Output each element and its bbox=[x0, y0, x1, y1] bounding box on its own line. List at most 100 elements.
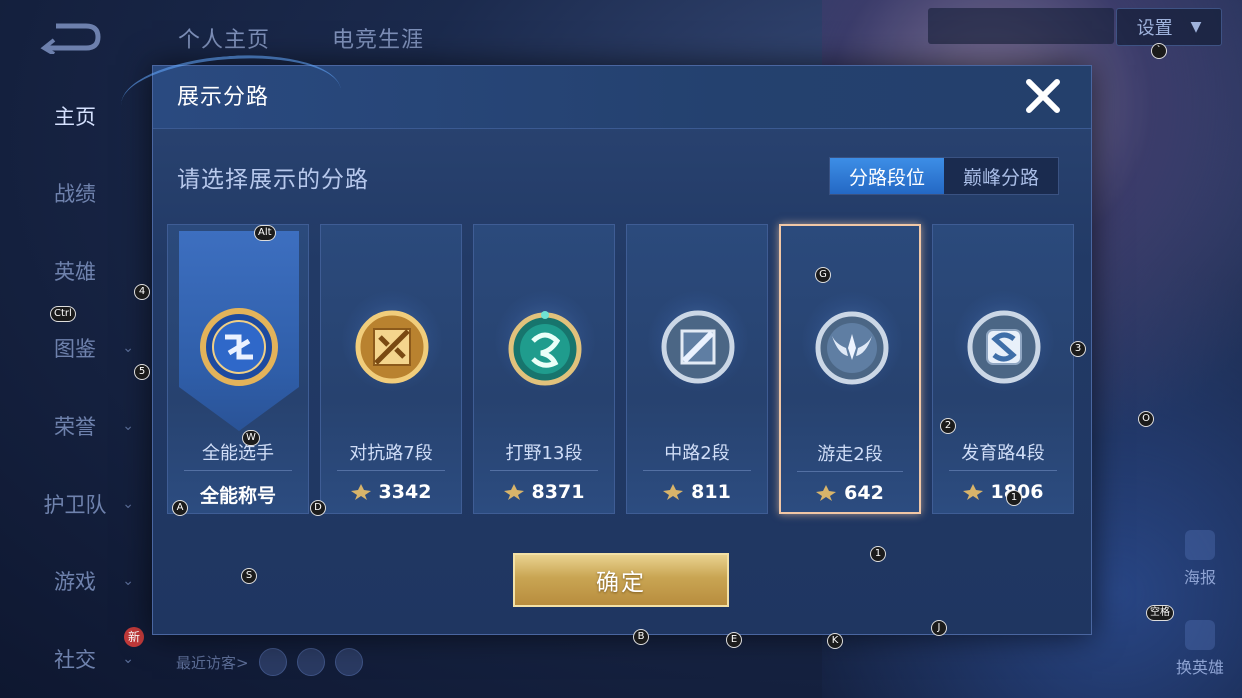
lane-card-clash[interactable]: 对抗路7段 3342 bbox=[320, 224, 462, 514]
divider bbox=[797, 471, 903, 472]
recent-visitors-label: 最近访客> bbox=[176, 653, 249, 672]
hotkey-badge: W bbox=[242, 430, 260, 446]
hotkey-badge: S bbox=[241, 568, 257, 584]
sidebar-item-games[interactable]: 游戏 ⌄ bbox=[0, 561, 150, 601]
new-badge: 新 bbox=[124, 627, 144, 647]
score-value: 全能称号 bbox=[199, 485, 276, 507]
hotkey-badge: 5 bbox=[134, 364, 150, 380]
hotkey-badge: Ctrl bbox=[50, 306, 76, 322]
mid-lane-emblem-icon bbox=[661, 310, 735, 384]
farm-lane-emblem-icon bbox=[967, 310, 1041, 384]
chevron-down-icon: ⌄ bbox=[122, 651, 134, 667]
hotkey-badge: ` bbox=[1151, 43, 1167, 59]
sidebar-item-label: 社交 bbox=[54, 648, 96, 672]
settings-button[interactable]: 设置 ▼ bbox=[1116, 8, 1222, 46]
lane-score: 全能称号 bbox=[168, 481, 308, 508]
rank-star-icon bbox=[350, 484, 371, 500]
score-value: 3342 bbox=[378, 481, 432, 503]
change-hero-button[interactable]: 换英雄 bbox=[1168, 620, 1232, 678]
score-value: 8371 bbox=[531, 481, 585, 503]
divider bbox=[490, 470, 598, 471]
hotkey-badge: Alt bbox=[254, 225, 276, 241]
sidebar-item-label: 英雄 bbox=[54, 260, 96, 284]
change-hero-label: 换英雄 bbox=[1175, 658, 1224, 677]
roam-emblem-icon bbox=[815, 311, 889, 385]
sidebar-item-label: 战绩 bbox=[54, 182, 96, 206]
hotkey-badge: B bbox=[633, 629, 649, 645]
dialog-subtitle: 请选择展示的分路 bbox=[177, 167, 369, 193]
confirm-button[interactable]: 确定 bbox=[513, 553, 729, 607]
hotkey-badge: J bbox=[931, 620, 947, 636]
rank-star-icon bbox=[816, 485, 837, 501]
divider bbox=[949, 470, 1057, 471]
lane-card-jungle[interactable]: 打野13段 8371 bbox=[473, 224, 615, 514]
chevron-down-icon: ⌄ bbox=[122, 496, 134, 512]
tab-peak-lane[interactable]: 巅峰分路 bbox=[944, 158, 1058, 194]
settings-label: 设置 bbox=[1136, 18, 1173, 39]
chevron-down-icon: ⌄ bbox=[122, 340, 134, 356]
lane-score: 3342 bbox=[321, 481, 461, 503]
sidebar-item-label: 主页 bbox=[54, 105, 96, 129]
avatar[interactable] bbox=[258, 648, 287, 676]
score-value: 811 bbox=[691, 481, 731, 503]
back-button[interactable] bbox=[40, 20, 102, 56]
poster-button[interactable]: 海报 bbox=[1172, 530, 1228, 588]
dialog-header: 展示分路 bbox=[118, 48, 1091, 147]
back-arrow-icon bbox=[40, 23, 101, 56]
lane-card-roam[interactable]: 游走2段 642 bbox=[779, 224, 921, 514]
dialog-title: 展示分路 bbox=[177, 85, 270, 110]
lane-name: 发育路4段 bbox=[961, 443, 1045, 464]
change-hero-icon bbox=[1185, 620, 1215, 650]
sidebar-item-honors[interactable]: 荣誉 ⌄ bbox=[0, 406, 150, 446]
hotkey-badge: E bbox=[726, 632, 742, 648]
sidebar-item-gallery[interactable]: 图鉴 ⌄ bbox=[0, 328, 150, 368]
sidebar-item-label: 荣誉 bbox=[54, 415, 96, 439]
hotkey-badge: O bbox=[1138, 411, 1154, 427]
poster-label: 海报 bbox=[1183, 568, 1216, 587]
score-value: 642 bbox=[844, 482, 884, 504]
hotkey-badge: 1 bbox=[870, 546, 886, 562]
tab-esports-career[interactable]: 电竞生涯 bbox=[332, 22, 424, 54]
lane-card-allround[interactable]: 全能选手 全能称号 bbox=[167, 224, 309, 514]
clash-lane-emblem-icon bbox=[355, 310, 429, 384]
lane-type-switch: 分路段位 巅峰分路 bbox=[829, 157, 1059, 195]
hotkey-badge: 4 bbox=[134, 284, 150, 300]
sidebar-item-label: 游戏 bbox=[54, 570, 96, 594]
tab-lane-rank[interactable]: 分路段位 bbox=[830, 158, 944, 194]
tab-personal-home[interactable]: 个人主页 bbox=[178, 22, 270, 54]
lane-score: 811 bbox=[627, 481, 767, 503]
vip-info-bar[interactable] bbox=[928, 8, 1114, 44]
poster-icon bbox=[1185, 530, 1215, 560]
lane-score: 642 bbox=[781, 482, 919, 504]
rank-star-icon bbox=[663, 484, 684, 500]
hotkey-badge: 空格 bbox=[1146, 605, 1174, 621]
lane-display-dialog: 展示分路 请选择展示的分路 分路段位 巅峰分路 全能选手 全能称号 对抗路7段 … bbox=[118, 48, 1092, 635]
sidebar-item-label: 护卫队 bbox=[43, 493, 107, 517]
allround-emblem-icon bbox=[200, 308, 278, 386]
lane-card-mid[interactable]: 中路2段 811 bbox=[626, 224, 768, 514]
lane-score: 8371 bbox=[474, 481, 614, 503]
recent-visitors[interactable]: 最近访客> bbox=[176, 648, 363, 676]
lane-card-farm[interactable]: 发育路4段 1806 bbox=[932, 224, 1074, 514]
rank-star-icon bbox=[503, 484, 524, 500]
chevron-down-icon: ▼ bbox=[1190, 19, 1202, 35]
lane-name: 打野13段 bbox=[505, 443, 583, 464]
chevron-down-icon: ⌄ bbox=[122, 573, 134, 589]
divider bbox=[643, 470, 751, 471]
sidebar: 主页 战绩 英雄 图鉴 ⌄ 荣誉 ⌄ 护卫队 ⌄ 游戏 ⌄ 社交 ⌄ bbox=[0, 70, 150, 698]
jungle-emblem-icon bbox=[508, 311, 582, 386]
lane-name: 对抗路7段 bbox=[349, 443, 433, 464]
divider bbox=[337, 470, 445, 471]
avatar[interactable] bbox=[334, 648, 363, 676]
lane-score: 1806 bbox=[933, 481, 1073, 503]
hotkey-badge: A bbox=[172, 500, 188, 516]
sidebar-item-guard-team[interactable]: 护卫队 ⌄ bbox=[0, 484, 150, 524]
avatar[interactable] bbox=[296, 648, 325, 676]
rank-star-icon bbox=[962, 484, 983, 500]
divider bbox=[184, 470, 292, 471]
close-button[interactable] bbox=[1021, 74, 1065, 118]
lane-name: 全能选手 bbox=[202, 443, 274, 464]
hotkey-badge: 1 bbox=[1006, 490, 1022, 506]
sidebar-item-records[interactable]: 战绩 bbox=[0, 173, 150, 213]
sidebar-item-heroes[interactable]: 英雄 bbox=[0, 251, 150, 291]
